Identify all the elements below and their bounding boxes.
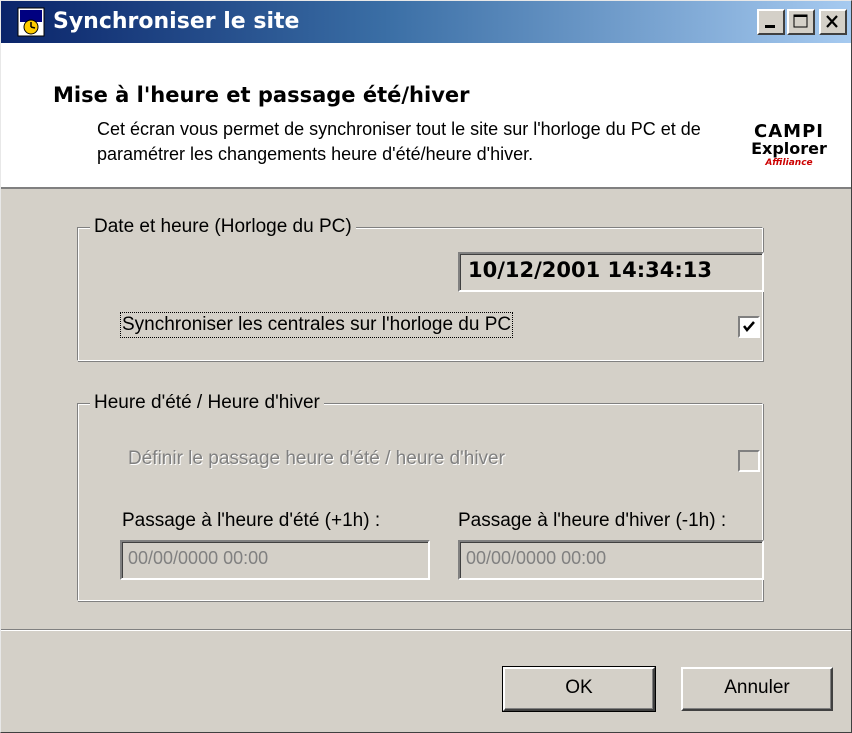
define-dst-label[interactable]: Définir le passage heure d'été / heure d… <box>128 448 505 470</box>
window-title: Synchroniser le site <box>53 9 300 34</box>
ok-button[interactable]: OK <box>502 666 656 712</box>
summer-time-label: Passage à l'heure d'été (+1h) : <box>122 510 381 531</box>
app-icon <box>17 7 45 37</box>
define-dst-checkbox[interactable] <box>738 450 760 472</box>
title-bar[interactable]: Synchroniser le site <box>1 1 851 43</box>
header-title: Mise à l'heure et passage été/hiver <box>53 83 470 107</box>
footer-separator <box>1 629 851 631</box>
maximize-icon <box>793 14 808 28</box>
header-description: Cet écran vous permet de synchroniser to… <box>97 119 701 164</box>
winter-time-value: 00/00/0000 00:00 <box>466 548 607 568</box>
sync-centrals-checkbox[interactable] <box>738 316 760 338</box>
synchroniser-dialog: Synchroniser le site Mise à l'heure et p… <box>0 0 852 733</box>
datetime-group-legend: Date et heure (Horloge du PC) <box>90 215 356 239</box>
close-button[interactable] <box>819 9 847 35</box>
close-icon <box>826 15 838 28</box>
checkmark-icon <box>743 321 755 332</box>
datetime-group: Date et heure (Horloge du PC) 10/12/2001… <box>77 215 764 361</box>
current-datetime-value: 10/12/2001 14:34:13 <box>468 258 713 282</box>
sync-centrals-label[interactable]: Synchroniser les centrales sur l'horloge… <box>119 312 514 338</box>
current-datetime-field: 10/12/2001 14:34:13 <box>458 252 764 292</box>
logo-line-explorer: Explorer <box>751 139 827 158</box>
dialog-header: Mise à l'heure et passage été/hiver Cet … <box>1 43 851 189</box>
dst-group-legend: Heure d'été / Heure d'hiver <box>90 391 324 415</box>
winter-time-input[interactable]: 00/00/0000 00:00 <box>458 540 764 580</box>
cancel-button[interactable]: Annuler <box>681 667 833 711</box>
dst-group: Heure d'été / Heure d'hiver Définir le p… <box>77 391 764 601</box>
minimize-icon <box>765 25 775 28</box>
maximize-button[interactable] <box>787 9 815 35</box>
minimize-button[interactable] <box>757 9 785 35</box>
summer-time-value: 00/00/0000 00:00 <box>128 548 269 568</box>
campi-explorer-logo: CAMPI Explorer Affiliance <box>739 123 839 195</box>
logo-line-sub: Affiliance <box>765 158 813 168</box>
summer-time-input[interactable]: 00/00/0000 00:00 <box>120 540 430 580</box>
winter-time-label: Passage à l'heure d'hiver (-1h) : <box>458 510 727 531</box>
